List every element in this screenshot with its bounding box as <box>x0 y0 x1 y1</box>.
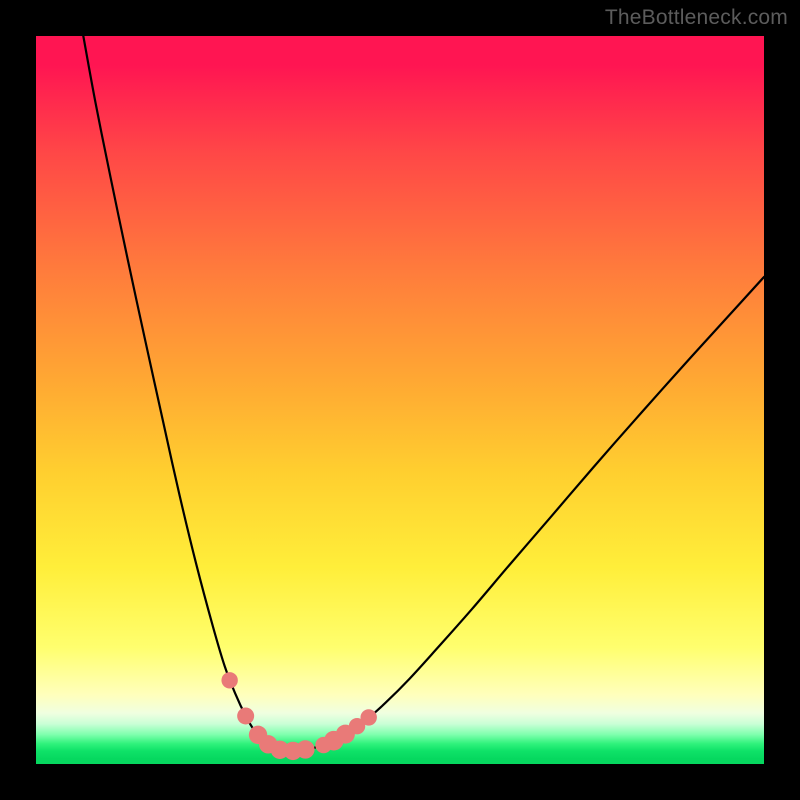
valley-marker-0 <box>221 672 237 688</box>
chart-frame: TheBottleneck.com <box>0 0 800 800</box>
valley-marker-11 <box>361 709 377 725</box>
plot-area <box>36 36 764 764</box>
curve-right-branch <box>293 277 764 751</box>
valley-marker-1 <box>237 707 254 724</box>
watermark-text: TheBottleneck.com <box>605 6 788 30</box>
bottleneck-curve <box>36 36 764 764</box>
curve-left-branch <box>83 36 293 751</box>
valley-marker-6 <box>296 740 314 758</box>
